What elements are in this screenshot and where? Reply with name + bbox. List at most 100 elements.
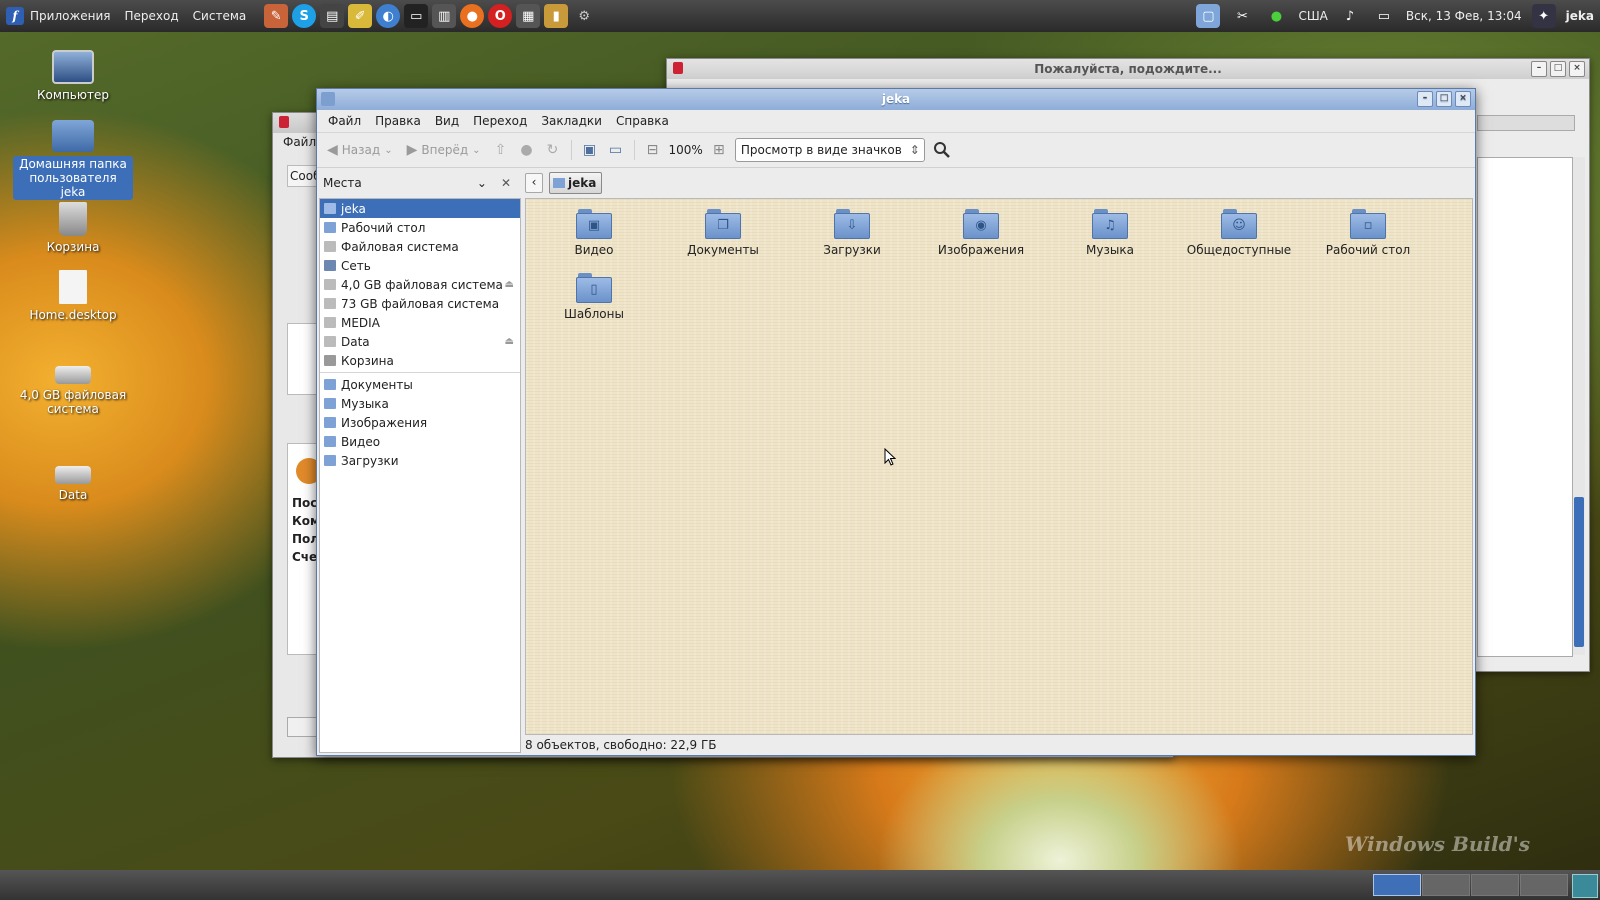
maximize-button[interactable]: □ — [1550, 61, 1566, 77]
path-scroll-left-button[interactable]: ‹ — [525, 173, 543, 193]
toolbar-separator — [570, 140, 572, 160]
file-item-desktop[interactable]: ▫ Рабочий стол — [1308, 209, 1428, 257]
search-button[interactable] — [931, 139, 953, 161]
icon-view[interactable]: ▣ Видео ❐ Документы ⇩ Загрузки ◉ Изображ… — [525, 198, 1473, 735]
movie-icon[interactable]: ▦ — [516, 4, 541, 28]
menu-edit[interactable]: Правка — [375, 114, 421, 128]
reload-icon[interactable]: ↻ — [543, 140, 563, 160]
zoom-level[interactable]: 100% — [669, 143, 703, 157]
scrollbar-thumb[interactable] — [1574, 497, 1584, 647]
file-manager-tray-icon[interactable]: ▢ — [1196, 4, 1221, 28]
show-desktop-icon[interactable] — [1572, 874, 1598, 898]
sidebar-item-network[interactable]: Сеть — [320, 256, 520, 275]
app-launcher-icon[interactable]: ✎ — [264, 4, 289, 28]
user-avatar-icon[interactable]: ✦ — [1531, 4, 1556, 28]
volume-icon[interactable]: ♪ — [1338, 4, 1362, 28]
zoom-in-icon[interactable]: ⊞ — [709, 140, 729, 160]
sidebar-item-pictures[interactable]: Изображения — [320, 413, 520, 432]
chevron-down-icon[interactable]: ⌄ — [477, 176, 487, 190]
workspace-2[interactable] — [1422, 874, 1470, 896]
menu-bookmarks[interactable]: Закладки — [541, 114, 602, 128]
chevron-down-icon[interactable]: ⌄ — [384, 145, 392, 156]
firefox-icon[interactable]: ● — [460, 4, 485, 28]
sidebar-item-4gb[interactable]: 4,0 GB файловая система ⏏ — [320, 275, 520, 294]
sidebar-item-media[interactable]: MEDIA — [320, 313, 520, 332]
workspace-1[interactable] — [1373, 874, 1421, 896]
clock[interactable]: Вск, 13 Фев, 13:04 — [1406, 9, 1522, 23]
menu-file[interactable]: Файл — [328, 114, 361, 128]
desktop-icon-trash[interactable]: Корзина — [13, 202, 133, 254]
wait-window-titlebar[interactable]: Пожалуйста, подождите... – □ × — [667, 59, 1589, 79]
desktop-icon-4gb-drive[interactable]: 4,0 GB файловая система — [13, 358, 133, 416]
video-editor-icon[interactable]: ▥ — [432, 4, 457, 28]
display-icon[interactable]: ▭ — [1372, 4, 1396, 28]
menu-applications[interactable]: Приложения — [30, 9, 111, 23]
close-button[interactable]: × — [1569, 61, 1585, 77]
opera-icon[interactable]: O — [488, 4, 513, 28]
skype-icon[interactable]: S — [292, 4, 317, 28]
browser-icon[interactable]: ◐ — [376, 4, 401, 28]
places-sidebar: jeka Рабочий стол Файловая система Сеть … — [319, 198, 521, 753]
text-editor-icon[interactable]: ✐ — [348, 4, 373, 28]
workspace-4[interactable] — [1520, 874, 1568, 896]
close-icon[interactable]: ✕ — [501, 176, 511, 190]
templates-folder-icon: ▯ — [576, 273, 612, 303]
view-mode-select[interactable]: Просмотр в виде значков ⇕ — [734, 138, 925, 162]
chevron-down-icon[interactable]: ⌄ — [472, 145, 480, 156]
media-player-icon[interactable]: ▤ — [320, 4, 345, 28]
gear-icon[interactable]: ⚙ — [572, 4, 596, 28]
desktop-icon-home-desktop[interactable]: Home.desktop — [13, 270, 133, 322]
sidebar-item-data[interactable]: Data ⏏ — [320, 332, 520, 351]
sidebar-item-music[interactable]: Музыка — [320, 394, 520, 413]
file-item-videos[interactable]: ▣ Видео — [534, 209, 654, 257]
eject-icon[interactable]: ⏏ — [505, 336, 514, 347]
file-item-pictures[interactable]: ◉ Изображения — [921, 209, 1041, 257]
scrollbar[interactable] — [1573, 157, 1585, 655]
file-manager-window[interactable]: jeka – □ × Файл Правка Вид Переход Закла… — [316, 88, 1476, 756]
accessibility-icon[interactable]: ✂ — [1230, 4, 1254, 28]
sidebar-item-documents[interactable]: Документы — [320, 375, 520, 394]
file-item-documents[interactable]: ❐ Документы — [663, 209, 783, 257]
minimize-button[interactable]: – — [1531, 61, 1547, 77]
file-item-music[interactable]: ♫ Музыка — [1050, 209, 1170, 257]
zoom-out-icon[interactable]: ⊟ — [643, 140, 663, 160]
sidebar-item-filesystem[interactable]: Файловая система — [320, 237, 520, 256]
sidebar-item-downloads[interactable]: Загрузки — [320, 451, 520, 470]
minimize-button[interactable]: – — [1417, 91, 1433, 107]
menu-go[interactable]: Переход — [473, 114, 527, 128]
menu-view[interactable]: Вид — [435, 114, 459, 128]
sidebar-item-73gb[interactable]: 73 GB файловая система — [320, 294, 520, 313]
path-button-jeka[interactable]: jeka — [549, 172, 603, 194]
window-titlebar[interactable]: jeka – □ × — [317, 89, 1475, 110]
sidebar-item-jeka[interactable]: jeka — [320, 199, 520, 218]
desktop-icon-data[interactable]: Data — [13, 460, 133, 502]
computer-icon[interactable]: ▭ — [606, 140, 626, 160]
file-item-downloads[interactable]: ⇩ Загрузки — [792, 209, 912, 257]
menu-help[interactable]: Справка — [616, 114, 669, 128]
username[interactable]: jeka — [1566, 9, 1594, 23]
eject-icon[interactable]: ⏏ — [505, 279, 514, 290]
close-button[interactable]: × — [1455, 91, 1471, 107]
sidebar-item-videos[interactable]: Видео — [320, 432, 520, 451]
forward-button[interactable]: ▶ Вперёд ⌄ — [403, 140, 485, 160]
up-arrow-icon[interactable]: ⇧ — [491, 140, 511, 160]
menu-places[interactable]: Переход — [125, 9, 179, 23]
menu-system[interactable]: Система — [193, 9, 247, 23]
chart-app-icon[interactable]: ▮ — [544, 4, 569, 28]
stop-icon[interactable]: ● — [517, 140, 537, 160]
sidebar-item-trash[interactable]: Корзина — [320, 351, 520, 370]
terminal-icon[interactable]: ▭ — [404, 4, 429, 28]
fedora-logo-icon[interactable]: f — [6, 7, 24, 25]
file-item-public[interactable]: ☺ Общедоступные — [1179, 209, 1299, 257]
desktop-icon-computer[interactable]: Компьютер — [13, 50, 133, 102]
home-icon[interactable]: ▣ — [580, 140, 600, 160]
keyboard-layout[interactable]: США — [1298, 9, 1327, 23]
workspace-3[interactable] — [1471, 874, 1519, 896]
maximize-button[interactable]: □ — [1436, 91, 1452, 107]
sidebar-item-desktop[interactable]: Рабочий стол — [320, 218, 520, 237]
background-window-menu[interactable]: Файл — [283, 135, 316, 149]
network-status-icon[interactable]: ● — [1264, 4, 1288, 28]
file-item-templates[interactable]: ▯ Шаблоны — [534, 273, 654, 321]
desktop-icon-home[interactable]: Домашняя папка пользователя jeka — [13, 120, 133, 200]
back-button[interactable]: ◀ Назад ⌄ — [323, 140, 397, 160]
